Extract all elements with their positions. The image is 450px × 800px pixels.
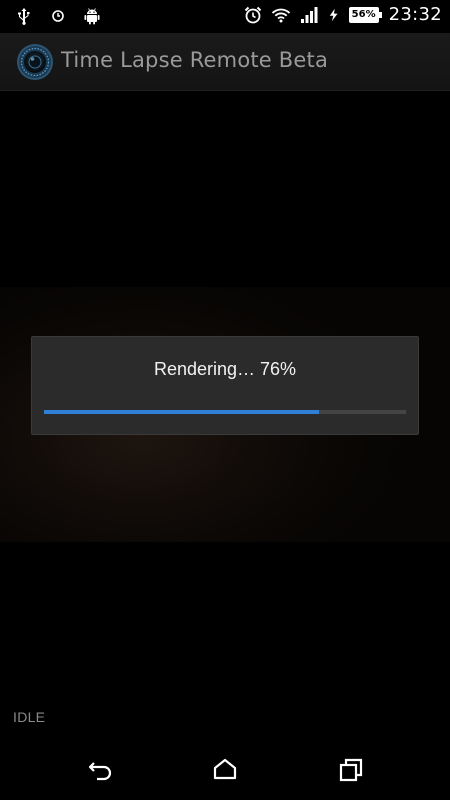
wifi-icon xyxy=(271,8,290,22)
status-label: IDLE xyxy=(13,709,46,725)
camera-lens-icon[interactable] xyxy=(16,43,54,81)
alarm-off-icon xyxy=(52,10,64,22)
navigation-bar xyxy=(0,740,450,800)
progress-bar-fill xyxy=(44,410,320,414)
progress-bar xyxy=(44,410,406,414)
signal-icon xyxy=(300,6,318,23)
status-bar: 56% 23:32 xyxy=(0,0,450,33)
charging-icon xyxy=(329,8,338,21)
app-bar: Time Lapse Remote Beta xyxy=(0,33,450,91)
app-title: Time Lapse Remote Beta xyxy=(61,48,329,72)
battery-level: 56% xyxy=(348,6,382,23)
progress-message: Rendering… 76% xyxy=(153,359,297,379)
alarm-clock-icon xyxy=(244,6,261,23)
android-debug-icon xyxy=(84,8,100,25)
recents-icon[interactable] xyxy=(338,757,366,783)
status-bar-right: 56% 23:32 xyxy=(243,4,442,25)
usb-icon xyxy=(18,8,30,25)
status-clock: 23:32 xyxy=(388,4,442,25)
status-bar-left xyxy=(14,6,102,26)
back-icon[interactable] xyxy=(87,757,115,783)
home-icon[interactable] xyxy=(211,757,239,783)
progress-dialog: Rendering… 76% xyxy=(31,336,419,435)
